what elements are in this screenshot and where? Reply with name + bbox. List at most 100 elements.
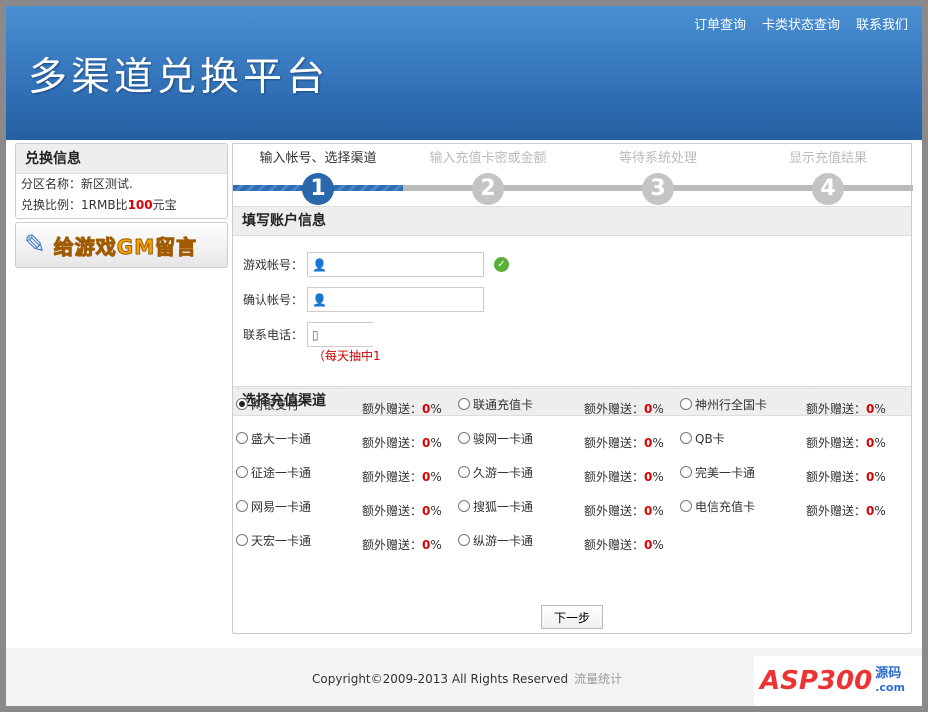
- channel-radio[interactable]: 神州行全国卡: [680, 395, 806, 413]
- bonus-label: 额外赠送：: [584, 504, 645, 518]
- copyright-text: Copyright©2009-2013 All Rights Reserved: [312, 672, 569, 686]
- channel-bonus: 额外赠送：0%: [362, 538, 442, 552]
- channel-bonus: 额外赠送：0%: [806, 504, 886, 518]
- radio-icon[interactable]: [236, 398, 248, 410]
- footer: Copyright©2009-2013 All Rights Reserved 流…: [6, 648, 922, 706]
- channel-radio[interactable]: 网银支付: [236, 395, 362, 413]
- radio-icon[interactable]: [458, 500, 470, 512]
- channel-row: 天宏一卡通 额外赠送：0% 纵游一卡通 额外赠送：0%: [236, 531, 906, 565]
- check-icon: ✓: [493, 257, 509, 272]
- scroll-pen-icon: ✎: [24, 230, 46, 260]
- contact-link[interactable]: 联系我们: [856, 14, 908, 33]
- channel-bonus: 额外赠送：0%: [806, 436, 886, 450]
- game-account-row: 游戏帐号： 👤 ✓: [243, 252, 509, 277]
- step-label: 显示充值结果: [788, 151, 867, 166]
- account-form: 游戏帐号： 👤 ✓ 确认帐号： 👤 联系电话： ▯ （每天抽中1: [233, 236, 911, 386]
- next-step-button[interactable]: 下一步: [541, 605, 603, 629]
- radio-icon[interactable]: [458, 534, 470, 546]
- radio-icon[interactable]: [680, 432, 692, 444]
- bonus-label: 额外赠送：: [362, 402, 423, 416]
- channel-row: 网银支付 额外赠送：0% 联通充值卡 额外赠送：0% 神州行全国卡 额外赠送：0%: [236, 395, 906, 429]
- radio-icon[interactable]: [236, 432, 248, 444]
- channel-bonus: 额外赠送：0%: [584, 504, 664, 518]
- zone-label: 分区名称：: [21, 177, 82, 191]
- channel-radio[interactable]: 网易一卡通: [236, 497, 362, 515]
- confirm-account-field[interactable]: 👤: [307, 287, 484, 312]
- step-number: 3: [642, 173, 674, 205]
- channel-radio[interactable]: 征途一卡通: [236, 463, 362, 481]
- radio-icon[interactable]: [458, 398, 470, 410]
- logo-text: ASP300: [760, 666, 873, 696]
- phone-input[interactable]: [324, 324, 365, 345]
- step-number: 4: [812, 173, 844, 205]
- logo-side: 源码 .com: [875, 667, 905, 695]
- phone-row: 联系电话： ▯: [243, 322, 373, 347]
- user-icon: 👤: [312, 292, 327, 307]
- user-icon: 👤: [312, 257, 327, 272]
- ratio-info: 兑换比例：1RMB比100元宝: [16, 195, 227, 216]
- channel-radio[interactable]: 电信充值卡: [680, 497, 806, 515]
- channel-bonus: 额外赠送：0%: [806, 470, 886, 484]
- channel-item: 网易一卡通 额外赠送：0%: [236, 497, 458, 531]
- asp300-logo: ASP300 源码 .com: [754, 656, 922, 706]
- exchange-info-panel: 兑换信息 分区名称：新区测试. 兑换比例：1RMB比100元宝: [15, 143, 228, 219]
- radio-icon[interactable]: [236, 534, 248, 546]
- gm-message-button[interactable]: ✎ 给游戏GM留言: [15, 222, 228, 268]
- phone-icon: ▯: [312, 327, 319, 342]
- panel-title: 兑换信息: [16, 144, 227, 174]
- bonus-value: 0: [644, 538, 653, 552]
- channel-bonus: 额外赠送：0%: [584, 402, 664, 416]
- card-status-link[interactable]: 卡类状态查询: [762, 14, 840, 33]
- bonus-label: 额外赠送：: [584, 436, 645, 450]
- channel-item: 骏网一卡通 额外赠送：0%: [458, 429, 680, 463]
- radio-icon[interactable]: [458, 466, 470, 478]
- channel-radio[interactable]: 久游一卡通: [458, 463, 584, 481]
- radio-icon[interactable]: [680, 500, 692, 512]
- channel-bonus: 额外赠送：0%: [362, 504, 442, 518]
- channel-radio[interactable]: 完美一卡通: [680, 463, 806, 481]
- bonus-label: 额外赠送：: [362, 538, 423, 552]
- bonus-value: 0: [644, 402, 653, 416]
- channel-radio[interactable]: QB卡: [680, 429, 806, 447]
- stats-link[interactable]: 流量统计: [574, 672, 622, 686]
- zone-info: 分区名称：新区测试.: [16, 174, 227, 195]
- bonus-label: 额外赠送：: [362, 504, 423, 518]
- channel-item: 完美一卡通 额外赠送：0%: [680, 463, 902, 497]
- channel-radio[interactable]: 盛大一卡通: [236, 429, 362, 447]
- bonus-value: 0: [422, 538, 431, 552]
- bonus-value: 0: [644, 436, 653, 450]
- channel-name: 盛大一卡通: [251, 431, 312, 446]
- channel-item: QB卡 额外赠送：0%: [680, 429, 902, 463]
- phone-field[interactable]: ▯: [307, 322, 373, 347]
- channel-name: 天宏一卡通: [251, 533, 312, 548]
- radio-icon[interactable]: [680, 466, 692, 478]
- step-3: 等待系统处理 3: [573, 144, 743, 205]
- channel-item: 神州行全国卡 额外赠送：0%: [680, 395, 902, 429]
- confirm-account-label: 确认帐号：: [243, 293, 304, 307]
- radio-icon[interactable]: [236, 466, 248, 478]
- channel-item: 久游一卡通 额外赠送：0%: [458, 463, 680, 497]
- channel-radio[interactable]: 骏网一卡通: [458, 429, 584, 447]
- channel-name: 完美一卡通: [695, 465, 756, 480]
- bonus-value: 0: [866, 402, 875, 416]
- channel-radio[interactable]: 联通充值卡: [458, 395, 584, 413]
- channel-item: 纵游一卡通 额外赠送：0%: [458, 531, 680, 565]
- radio-icon[interactable]: [458, 432, 470, 444]
- channel-bonus: 额外赠送：0%: [584, 436, 664, 450]
- step-label: 输入充值卡密或金额: [429, 151, 547, 166]
- channel-radio[interactable]: 纵游一卡通: [458, 531, 584, 549]
- bonus-label: 额外赠送：: [806, 402, 867, 416]
- channel-radio[interactable]: 天宏一卡通: [236, 531, 362, 549]
- channel-item: 搜狐一卡通 额外赠送：0%: [458, 497, 680, 531]
- bonus-label: 额外赠送：: [806, 470, 867, 484]
- radio-icon[interactable]: [680, 398, 692, 410]
- channel-radio[interactable]: 搜狐一卡通: [458, 497, 584, 515]
- confirm-account-input[interactable]: [332, 289, 483, 310]
- game-account-input[interactable]: [332, 254, 483, 275]
- bonus-label: 额外赠送：: [584, 538, 645, 552]
- game-account-field[interactable]: 👤: [307, 252, 484, 277]
- order-query-link[interactable]: 订单查询: [694, 14, 746, 33]
- radio-icon[interactable]: [236, 500, 248, 512]
- bonus-value: 0: [422, 470, 431, 484]
- game-account-label: 游戏帐号：: [243, 258, 304, 272]
